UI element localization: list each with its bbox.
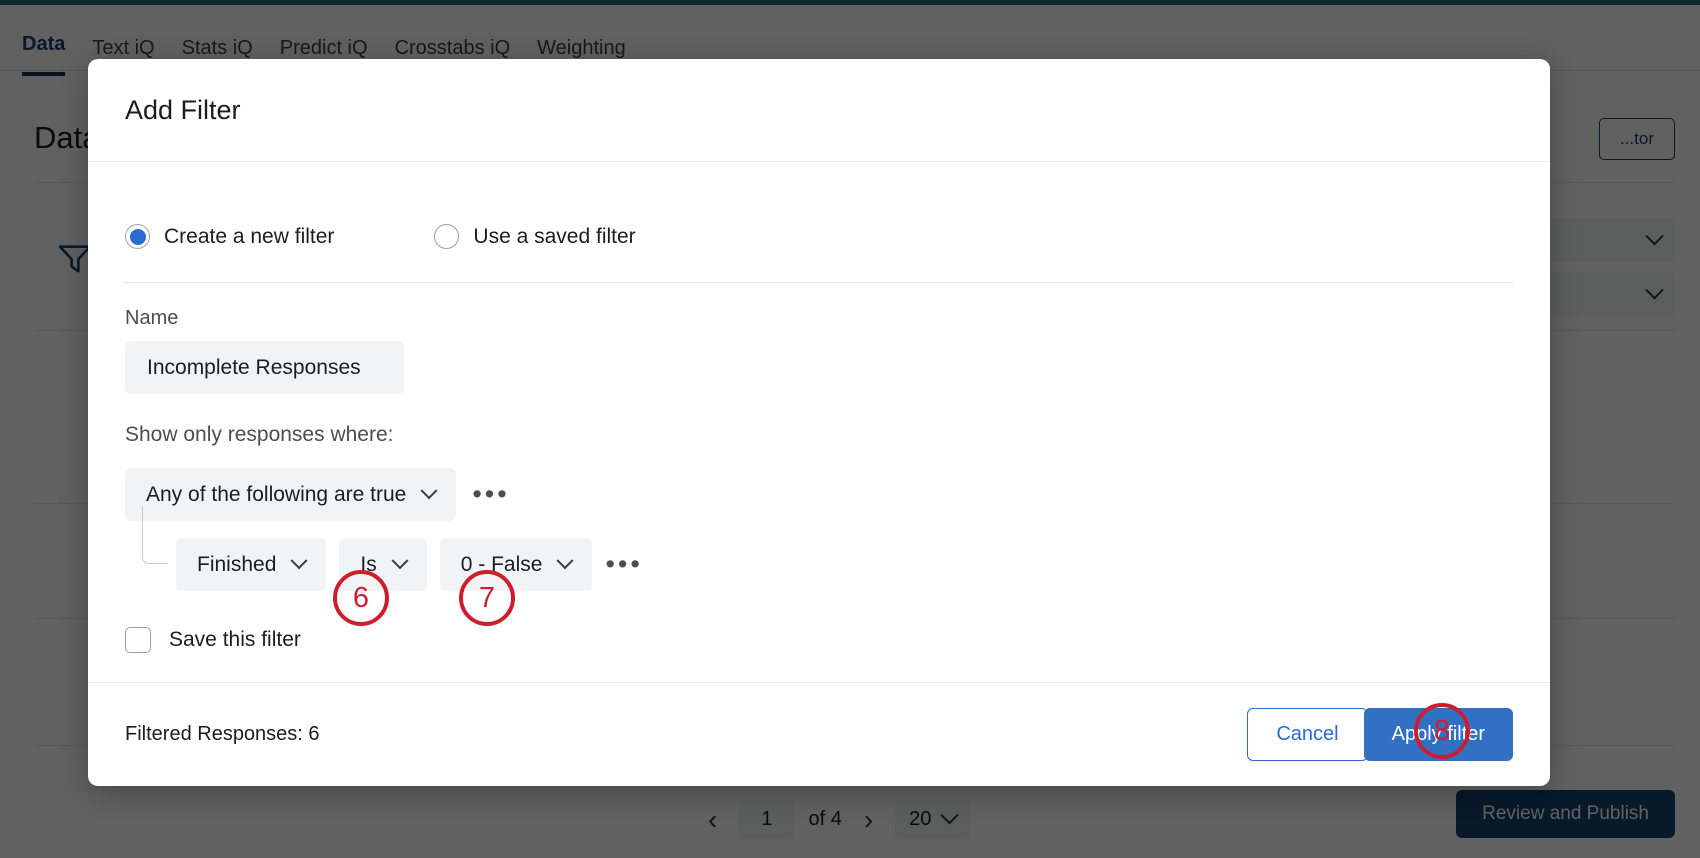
name-field-label: Name bbox=[125, 307, 179, 329]
show-only-responses-label: Show only responses where: bbox=[125, 423, 394, 446]
condition-field-select[interactable]: Finished bbox=[176, 538, 327, 591]
apply-filter-button[interactable]: Apply filter bbox=[1363, 708, 1513, 761]
chevron-down-icon bbox=[420, 481, 438, 499]
group-operator-row: Any of the following are true ••• bbox=[125, 468, 1513, 521]
radio-selected-icon bbox=[125, 224, 150, 249]
group-operator-value: Any of the following are true bbox=[146, 482, 407, 506]
radio-unselected-icon bbox=[434, 224, 460, 249]
dialog-body: Create a new filter Use a saved filter N… bbox=[88, 162, 1550, 682]
condition-value-select[interactable]: 0 - False bbox=[439, 538, 593, 591]
cancel-button[interactable]: Cancel bbox=[1247, 708, 1368, 761]
group-operator-select[interactable]: Any of the following are true bbox=[125, 468, 457, 521]
condition-field-value: Finished bbox=[197, 552, 277, 576]
chevron-down-icon bbox=[556, 551, 574, 569]
dialog-header: Add Filter bbox=[88, 59, 1550, 162]
condition-operator-select[interactable]: Is bbox=[339, 538, 427, 591]
save-filter-row[interactable]: Save this filter bbox=[125, 627, 1513, 653]
condition-row: Finished Is 0 - False ••• bbox=[142, 506, 1513, 591]
condition-connector bbox=[142, 506, 168, 564]
save-filter-label: Save this filter bbox=[169, 628, 301, 651]
radio-create-new-filter[interactable]: Create a new filter bbox=[125, 224, 334, 249]
condition-operator-value: Is bbox=[360, 552, 377, 576]
chevron-down-icon bbox=[391, 551, 409, 569]
condition-group: Any of the following are true ••• Finish… bbox=[125, 468, 1513, 591]
radio-use-saved-filter[interactable]: Use a saved filter bbox=[434, 224, 636, 249]
condition-value-value: 0 - False bbox=[460, 552, 543, 576]
filter-source-radio-group: Create a new filter Use a saved filter bbox=[125, 224, 1513, 249]
radio-use-saved-filter-label: Use a saved filter bbox=[473, 224, 636, 248]
dialog-footer: Filtered Responses: 6 Cancel Apply filte… bbox=[88, 682, 1550, 786]
add-filter-dialog: Add Filter Create a new filter Use a sav… bbox=[88, 59, 1550, 786]
save-filter-checkbox[interactable] bbox=[125, 627, 151, 653]
radio-create-new-filter-label: Create a new filter bbox=[164, 224, 335, 248]
filter-name-input[interactable] bbox=[125, 341, 404, 394]
filtered-responses-count: Filtered Responses: 6 bbox=[125, 723, 320, 745]
chevron-down-icon bbox=[290, 551, 308, 569]
dialog-title: Add Filter bbox=[125, 94, 241, 125]
group-options-kebab-icon[interactable]: ••• bbox=[472, 481, 509, 508]
dialog-actions: Cancel Apply filter bbox=[1247, 708, 1513, 761]
body-divider bbox=[125, 282, 1513, 283]
radio-dot bbox=[129, 228, 146, 245]
condition-options-kebab-icon[interactable]: ••• bbox=[605, 551, 642, 578]
